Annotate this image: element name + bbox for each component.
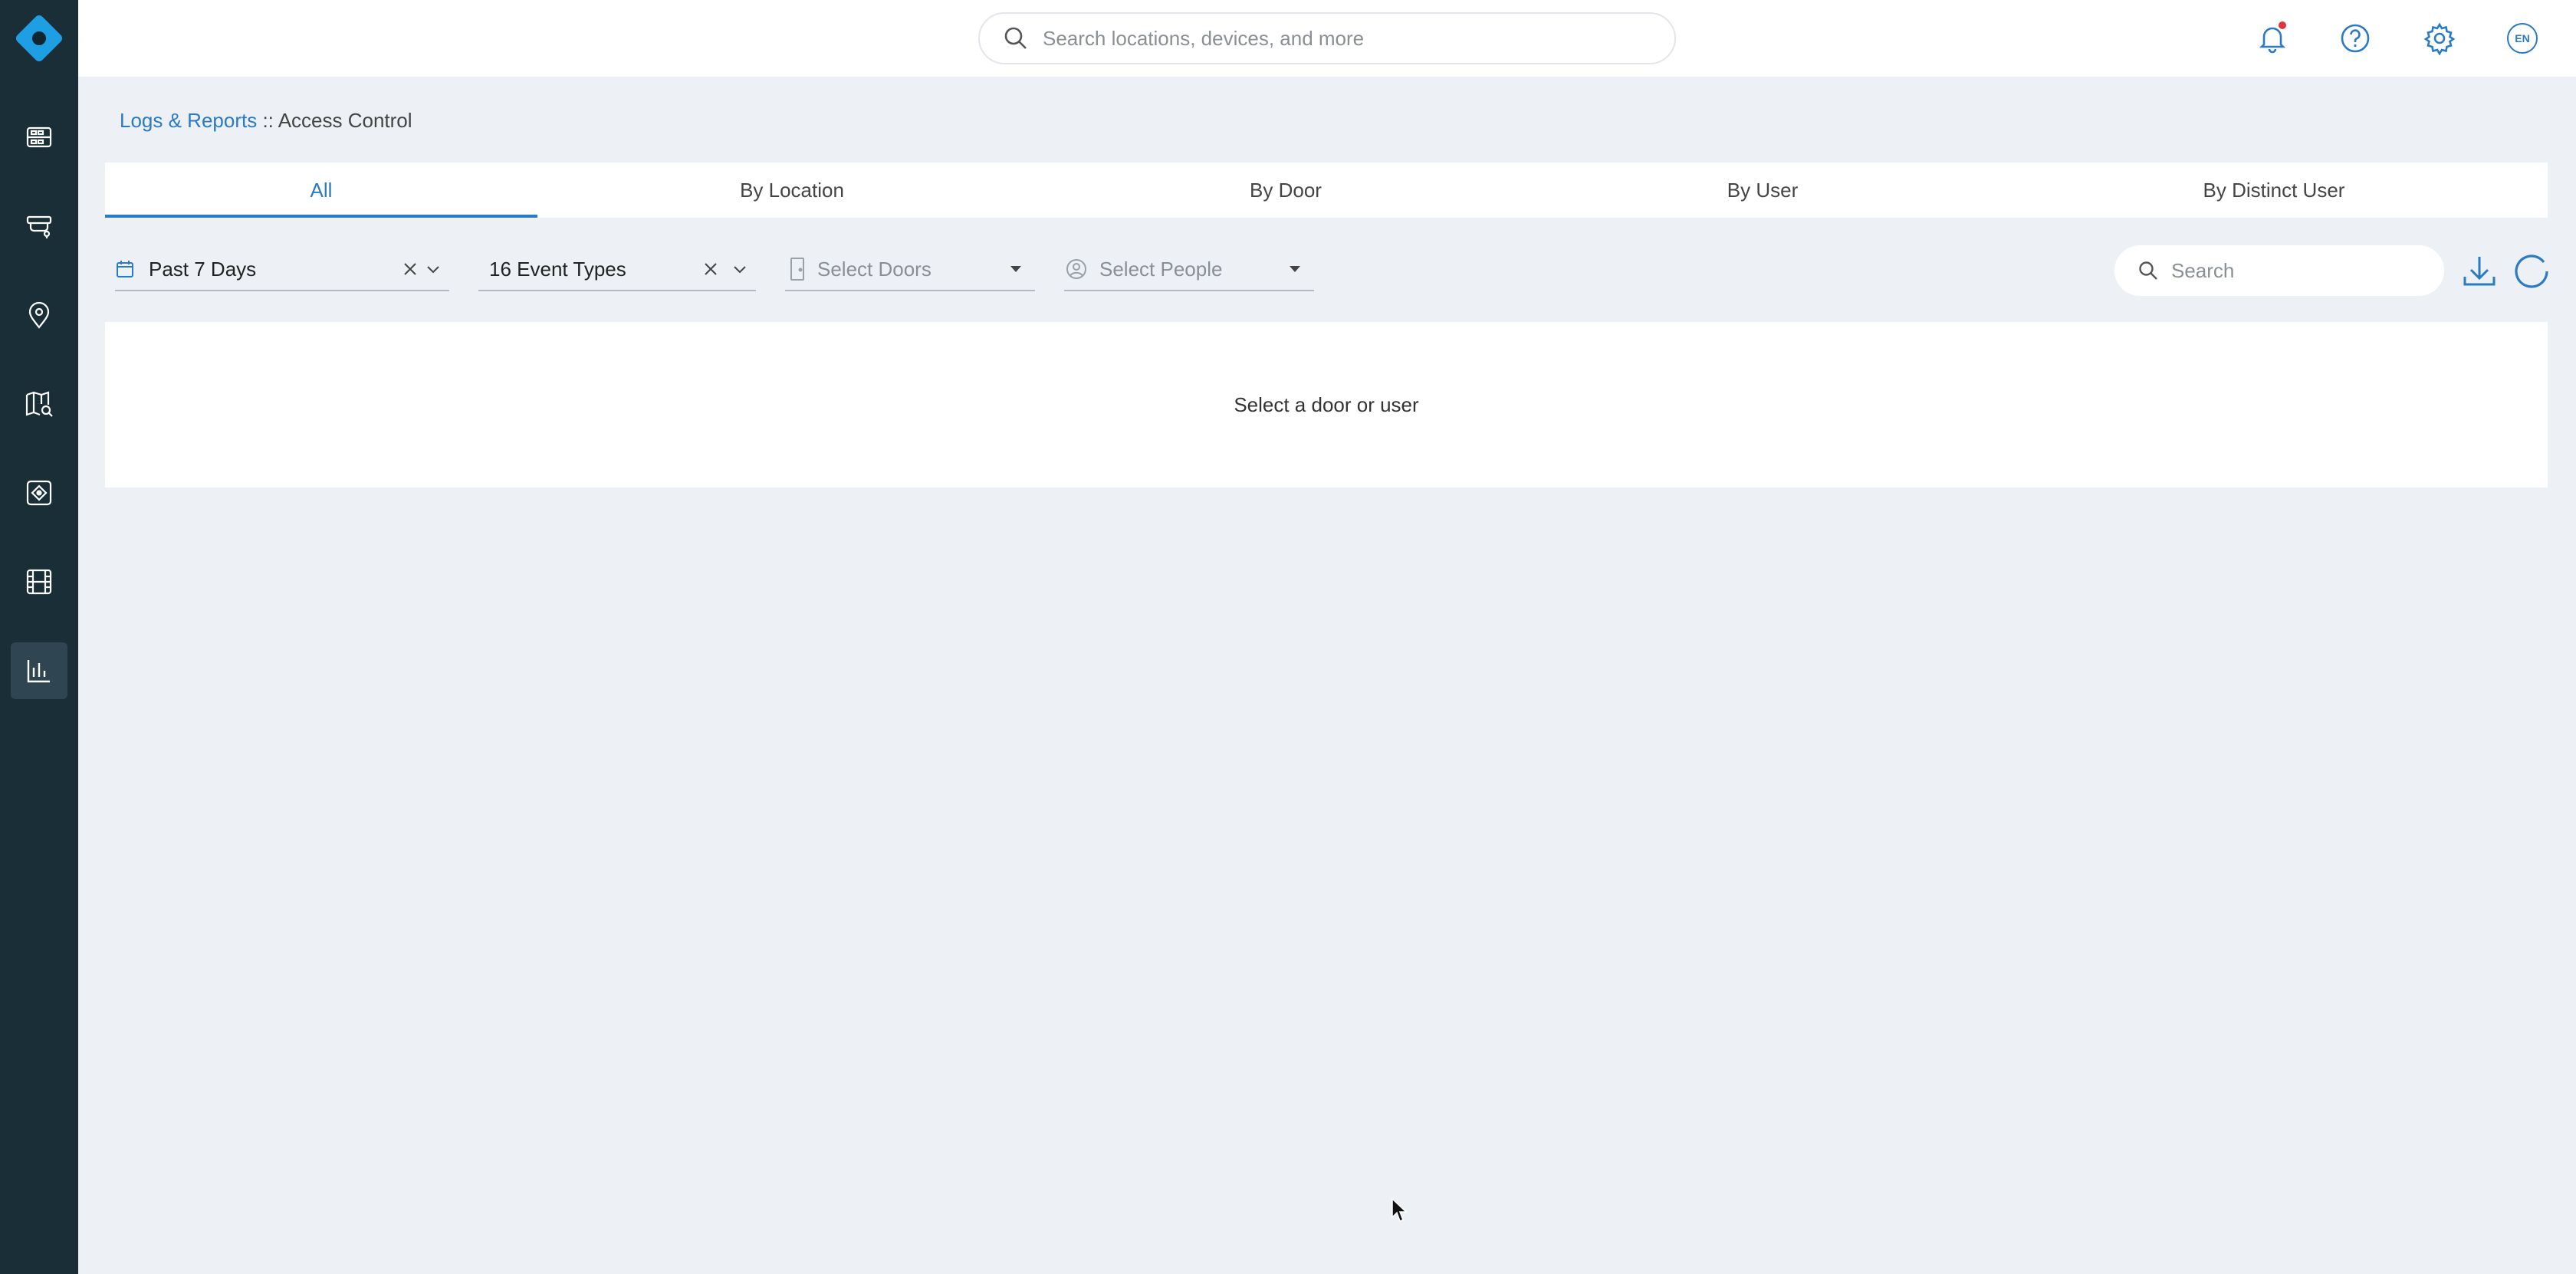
breadcrumb: Logs & Reports :: Access Control <box>120 109 412 133</box>
tab-by-distinct-user[interactable]: By Distinct User <box>2000 163 2548 218</box>
clear-icon[interactable] <box>402 261 419 277</box>
caret-down-icon <box>1290 266 1300 272</box>
help-icon <box>2341 24 2370 53</box>
report-tabs: All By Location By Door By User By Disti… <box>105 163 2548 218</box>
global-search[interactable] <box>978 12 1676 64</box>
search-icon <box>2139 261 2157 280</box>
people-select[interactable]: Select People <box>1064 248 1314 291</box>
settings-gear-icon <box>2423 22 2456 55</box>
calendar-icon <box>117 261 133 277</box>
clear-icon[interactable] <box>702 261 719 277</box>
caret-down-icon <box>1010 266 1021 272</box>
door-icon <box>790 258 804 281</box>
map-search-icon <box>25 391 53 417</box>
date-range-value: Past 7 Days <box>149 257 257 281</box>
notifications-button[interactable] <box>2254 20 2291 57</box>
download-icon <box>2463 257 2496 286</box>
table-search-input[interactable] <box>2171 258 2424 283</box>
download-button[interactable] <box>2459 251 2499 291</box>
tab-by-location[interactable]: By Location <box>537 163 1046 218</box>
breadcrumb-parent-link[interactable]: Logs & Reports <box>120 109 257 132</box>
breadcrumb-current: Access Control <box>278 109 412 132</box>
video-film-icon <box>26 569 52 595</box>
sidebar-item-cameras[interactable] <box>11 198 67 254</box>
event-types-value: 16 Event Types <box>489 257 626 281</box>
sidebar-item-dashboard[interactable] <box>11 109 67 166</box>
date-range-select[interactable]: Past 7 Days <box>115 248 449 291</box>
sidebar-item-integrations[interactable] <box>11 465 67 521</box>
doors-placeholder: Select Doors <box>817 257 932 281</box>
chevron-down-icon[interactable] <box>425 261 442 277</box>
table-search[interactable] <box>2114 245 2444 296</box>
top-bar: EN <box>78 0 2576 77</box>
sidebar-item-map[interactable] <box>11 376 67 432</box>
refresh-icon <box>2515 254 2548 288</box>
sidebar-item-locations[interactable] <box>11 287 67 343</box>
person-circle-icon <box>1066 259 1086 279</box>
language-icon: EN <box>2507 23 2538 54</box>
people-placeholder: Select People <box>1099 257 1223 281</box>
logo-diamond-icon <box>14 13 64 64</box>
settings-button[interactable] <box>2421 20 2458 57</box>
location-pin-icon <box>28 301 50 329</box>
integrations-icon <box>26 480 52 506</box>
global-search-input[interactable] <box>1043 26 1641 51</box>
chevron-down-icon[interactable] <box>731 261 748 277</box>
refresh-button[interactable] <box>2512 251 2551 291</box>
results-panel: Select a door or user <box>105 322 2548 488</box>
help-button[interactable] <box>2337 20 2374 57</box>
sidebar <box>0 0 78 1274</box>
sidebar-item-video[interactable] <box>11 553 67 610</box>
search-icon <box>1004 27 1027 49</box>
app-logo[interactable] <box>0 0 78 77</box>
doors-select[interactable]: Select Doors <box>785 248 1035 291</box>
empty-state-message: Select a door or user <box>1234 392 1419 416</box>
reports-chart-icon <box>27 660 50 683</box>
notification-dot <box>2279 21 2286 29</box>
tab-by-door[interactable]: By Door <box>1046 163 1525 218</box>
mouse-cursor-icon <box>1392 1197 1408 1222</box>
dashboard-icon <box>26 126 52 148</box>
language-button[interactable]: EN <box>2504 20 2541 57</box>
camera-icon <box>26 215 52 238</box>
sidebar-item-reports[interactable] <box>11 642 67 699</box>
tab-all[interactable]: All <box>105 163 537 218</box>
event-types-select[interactable]: 16 Event Types <box>478 248 756 291</box>
tab-by-user[interactable]: By User <box>1525 163 2000 218</box>
breadcrumb-separator: :: <box>257 109 278 132</box>
